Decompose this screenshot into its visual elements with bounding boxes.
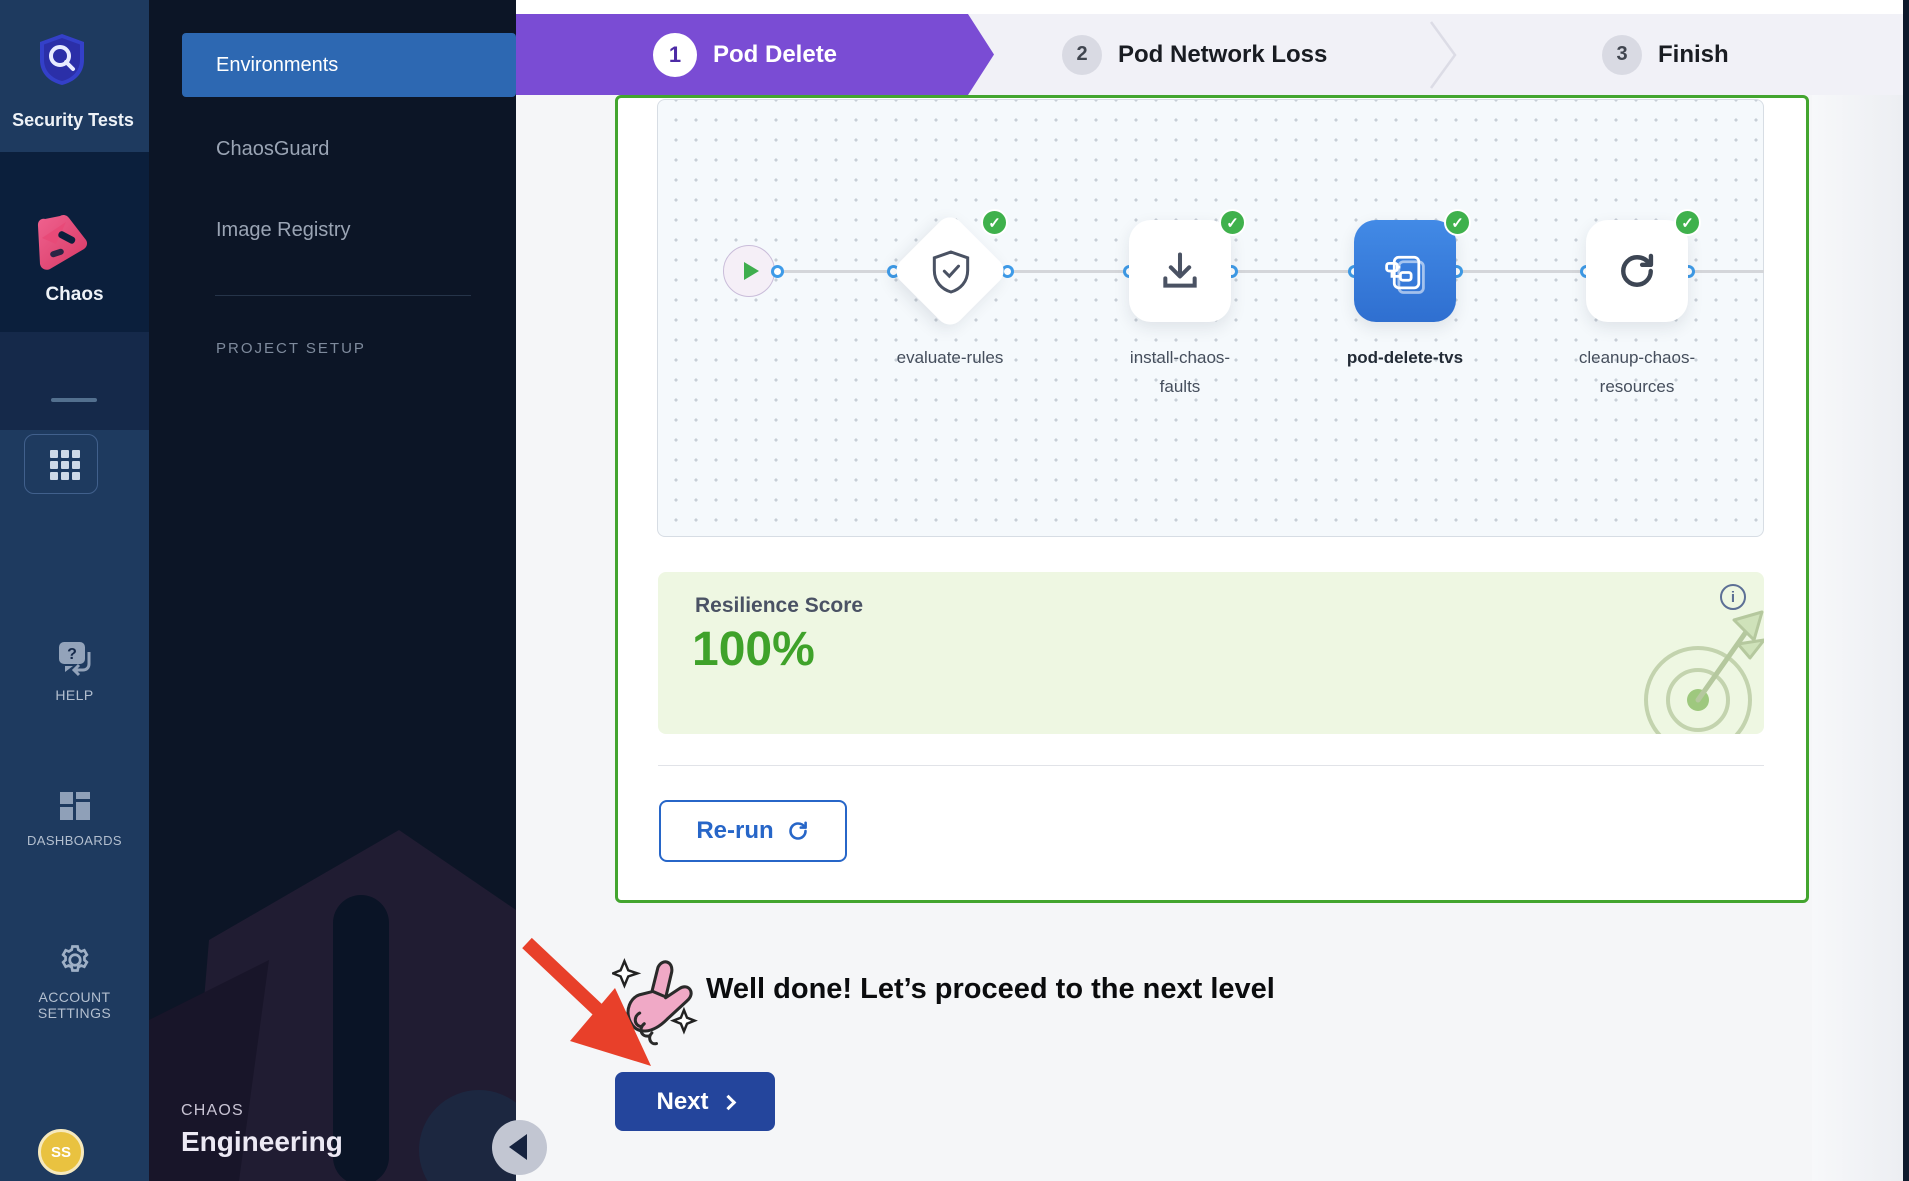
rerun-label: Re-run [696,817,773,845]
node-cleanup-chaos-resources[interactable] [1586,220,1688,322]
help-chat-icon: ? [55,640,95,678]
annotation-arrow-icon [500,928,675,1083]
rerun-button[interactable]: Re-run [659,800,847,862]
sidebar-collapse-button[interactable] [492,1120,547,1175]
app-root: Security Tests Chaos ? [0,0,1909,1181]
sidebar-item-environments[interactable]: Environments [182,33,516,97]
info-icon[interactable]: i [1720,584,1746,610]
chaos-experiment-icon [1382,248,1428,294]
step-3-label: Finish [1658,41,1729,69]
step-1-number: 1 [653,33,697,77]
step-1-label: Pod Delete [713,41,837,69]
user-avatar[interactable]: SS [38,1129,84,1175]
success-check-icon: ✓ [1219,209,1246,236]
help-item[interactable]: ? HELP [0,640,149,703]
download-icon [1158,249,1202,293]
security-shield-icon [36,32,88,86]
success-check-icon: ✓ [981,209,1008,236]
gear-icon [57,942,93,978]
right-gutter [1812,95,1903,1181]
target-illustration [1638,610,1764,734]
module-chaos[interactable]: Chaos [0,152,149,332]
step-1[interactable]: 1 Pod Delete [653,14,837,95]
sidebar-footer-kicker: CHAOS [181,1102,244,1120]
svg-text:?: ? [67,646,77,663]
step-2[interactable]: 2 Pod Network Loss [1062,14,1327,95]
rerun-refresh-icon [786,819,810,843]
sidebar-divider [215,295,471,296]
shield-check-icon [931,250,971,294]
next-label: Next [656,1088,708,1116]
step-3-number: 3 [1602,35,1642,75]
sidebar-item-chaosguard[interactable]: ChaosGuard [182,117,516,181]
rail-drag-handle[interactable] [51,398,97,402]
next-button[interactable]: Next [615,1072,775,1131]
grid-icon [50,450,86,480]
step-separator-icon [1428,21,1458,89]
chevron-right-icon [720,1094,736,1110]
resilience-score-label: Resilience Score [695,594,863,618]
account-settings-item[interactable]: ACCOUNT SETTINGS [0,942,149,1021]
step-2-number: 2 [1062,35,1102,75]
dashboards-label: DASHBOARDS [0,833,149,848]
success-check-icon: ✓ [1674,209,1701,236]
node-label: evaluate-rules [870,344,1030,373]
top-strip [516,0,1909,14]
node-pod-delete-tvs[interactable] [1354,220,1456,322]
node-label: pod-delete-tvs [1325,344,1485,373]
sidebar-item-label: Environments [216,54,338,77]
account-label-line2: SETTINGS [0,1005,149,1021]
step-3[interactable]: 3 Finish [1602,14,1729,95]
project-sidebar: Environments ChaosGuard Image Registry P… [149,0,516,1181]
success-check-icon: ✓ [1444,209,1471,236]
card-divider [658,765,1764,766]
sidebar-item-label: ChaosGuard [216,138,329,161]
refresh-icon [1615,249,1659,293]
connector-port[interactable] [771,265,784,278]
dashboards-icon [58,790,92,822]
avatar-initials: SS [51,1144,71,1161]
rail-mid-band [0,332,149,430]
sidebar-item-label: Image Registry [216,219,351,242]
module-picker-button[interactable] [24,434,98,494]
help-label: HELP [0,687,149,703]
pipeline-start-node[interactable] [723,245,775,297]
node-label: install-chaos-faults [1116,344,1244,402]
project-setup-header[interactable]: PROJECT SETUP [216,340,366,357]
module-security-tests[interactable]: Security Tests [0,0,149,152]
node-install-chaos-faults[interactable] [1129,220,1231,322]
step-2-label: Pod Network Loss [1118,41,1327,69]
window-edge [1903,0,1909,1181]
sidebar-footer-title: Engineering [181,1126,343,1158]
dashboards-item[interactable]: DASHBOARDS [0,790,149,848]
play-icon [744,262,759,280]
sidebar-item-image-registry[interactable]: Image Registry [182,198,516,262]
chaos-label: Chaos [0,284,149,306]
account-label-line1: ACCOUNT [0,989,149,1005]
module-rail: Security Tests Chaos ? [0,0,149,1181]
resilience-score-value: 100% [692,622,815,677]
security-tests-label: Security Tests [0,110,168,131]
node-label: cleanup-chaos-resources [1565,344,1709,402]
well-done-message: Well done! Let’s proceed to the next lev… [706,973,1275,1006]
chaos-icon [36,214,90,270]
resilience-score-card: Resilience Score 100% i [658,572,1764,734]
